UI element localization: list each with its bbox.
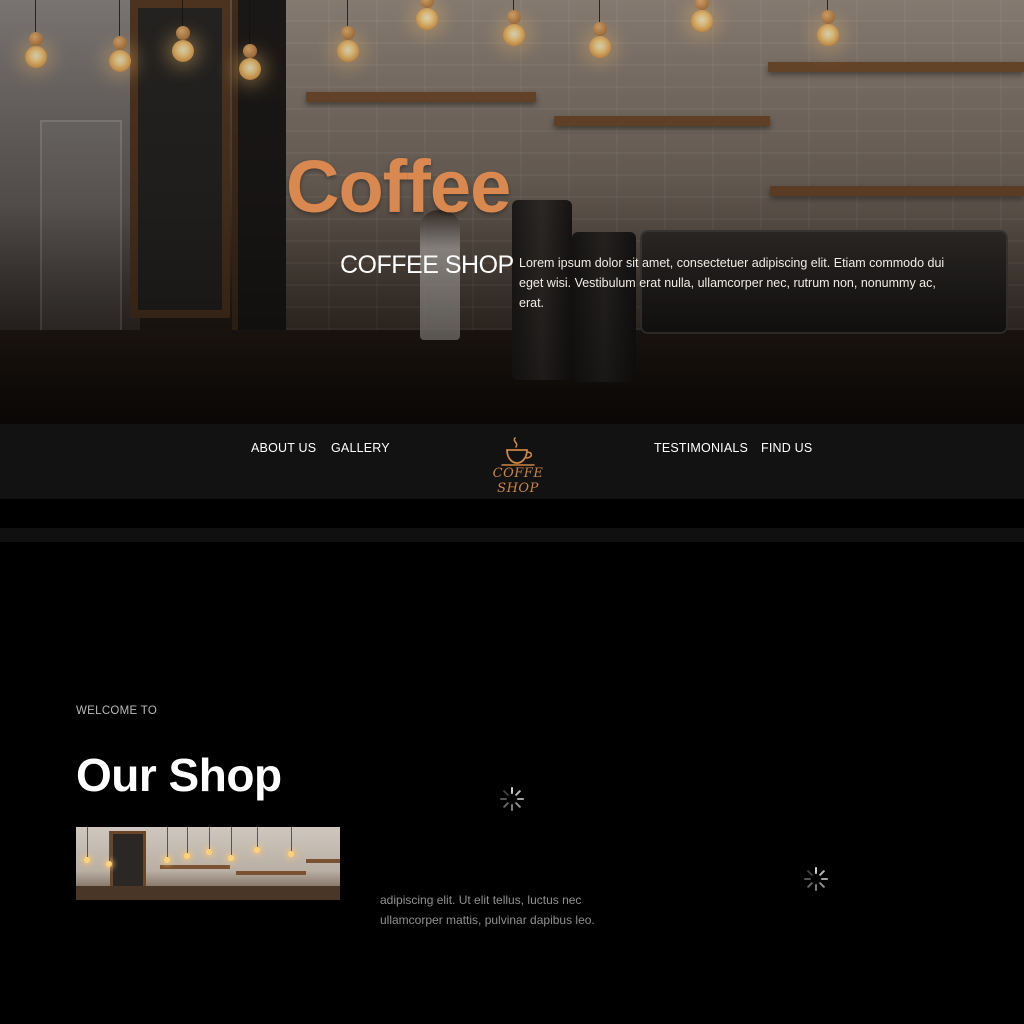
shop-text-line: adipiscing elit. Ut elit tellus, luctus … bbox=[380, 893, 582, 907]
loading-spinner-icon bbox=[804, 867, 828, 891]
shop-text: adipiscing elit. Ut elit tellus, luctus … bbox=[380, 890, 620, 930]
site-logo[interactable]: COFFE SHOP bbox=[470, 436, 566, 496]
hero-section bbox=[0, 0, 1024, 424]
hero-subtitle: COFFEE SHOP bbox=[340, 251, 514, 279]
coffee-cup-icon bbox=[501, 437, 535, 466]
nav-link-find-us[interactable]: FIND US bbox=[761, 441, 812, 455]
hero-overlay bbox=[0, 0, 1024, 424]
hero-description: Lorem ipsum dolor sit amet, consectetuer… bbox=[519, 256, 945, 310]
shop-thumbnail-image bbox=[76, 827, 340, 900]
nav-link-gallery[interactable]: GALLERY bbox=[331, 441, 390, 455]
section-title: Our Shop bbox=[76, 749, 282, 801]
logo-text: COFFE SHOP bbox=[492, 466, 544, 496]
hero-title: Coffee bbox=[286, 145, 511, 228]
shop-text-line: ullamcorper mattis, pulvinar dapibus leo… bbox=[380, 913, 595, 927]
section-eyebrow: WELCOME TO bbox=[76, 705, 158, 717]
nav-link-testimonials[interactable]: TESTIMONIALS bbox=[654, 441, 748, 455]
loading-spinner-icon bbox=[500, 787, 524, 811]
section-divider bbox=[0, 528, 1024, 542]
nav-link-about-us[interactable]: ABOUT US bbox=[251, 441, 316, 455]
